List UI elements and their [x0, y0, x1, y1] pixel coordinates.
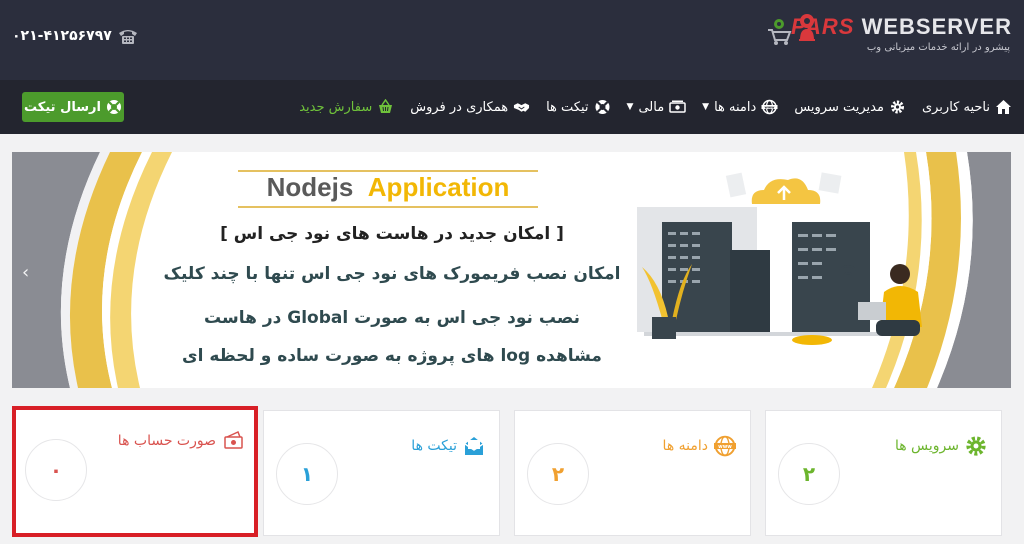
card-count: ۰ — [25, 439, 87, 501]
domains-card[interactable]: www دامنه ها ۲ — [514, 410, 751, 536]
title-part2: Application — [367, 172, 510, 202]
bell-icon[interactable] — [796, 12, 818, 44]
card-label: تیکت ها — [411, 438, 457, 454]
nav-item-finance[interactable]: مالی ▼ — [627, 99, 687, 115]
invoice-icon — [222, 430, 244, 452]
svg-text:www: www — [765, 106, 776, 110]
banner-line: امکان نصب فریمورک های نود جی اس تنها با … — [163, 264, 621, 284]
invoices-card[interactable]: صورت حساب ها ۰ — [12, 406, 258, 537]
slider-prev-arrow[interactable]: ‹ — [22, 262, 29, 283]
chevron-down-icon: ▼ — [626, 102, 634, 112]
nav-item-label: همکاری در فروش — [410, 99, 509, 115]
money-icon — [669, 99, 686, 115]
card-count: ۱ — [276, 443, 338, 505]
nav-item-service-management[interactable]: مدیریت سرویس — [794, 99, 906, 115]
nav-item-user-area[interactable]: ناحیه کاربری — [922, 99, 1012, 115]
nav-menu: ناحیه کاربری مدیریت سرویس www دامنه ها ▼… — [299, 80, 1012, 134]
www-icon: www — [714, 435, 736, 457]
top-header: PARS WEBSERVER پیشرو در ارائه خدمات میزب… — [0, 0, 1024, 80]
banner-headline: [ امکان جدید در هاست های نود جی اس ] — [220, 224, 564, 244]
main-navigation: ارسال تیکت ناحیه کاربری مدیریت سرویس www… — [0, 80, 1024, 134]
basket-icon — [377, 98, 394, 115]
nav-item-label: مالی — [638, 99, 665, 115]
support-icon — [594, 99, 611, 115]
tickets-card[interactable]: تیکت ها ۱ — [263, 410, 500, 536]
nav-item-affiliate[interactable]: همکاری در فروش — [410, 99, 530, 115]
gear-icon — [965, 435, 987, 457]
nav-item-tickets[interactable]: تیکت ها — [546, 99, 610, 115]
home-icon — [995, 99, 1012, 115]
logo[interactable]: PARS WEBSERVER پیشرو در ارائه خدمات میزب… — [791, 6, 1016, 58]
card-count: ۲ — [527, 443, 589, 505]
phone-text: ۰۲۱-۴۱۲۵۶۷۹۷ — [12, 28, 112, 44]
gear-icon — [889, 99, 906, 115]
envelope-icon — [463, 435, 485, 457]
www-icon: www — [761, 99, 778, 115]
handshake-icon — [513, 99, 530, 115]
chevron-down-icon: ▼ — [702, 102, 710, 112]
nav-item-label: ناحیه کاربری — [921, 99, 990, 115]
phone-number: ۰۲۱-۴۱۲۵۶۷۹۷ — [12, 25, 138, 47]
services-card[interactable]: سرویس ها ۲ — [765, 410, 1002, 536]
banner-line: مشاهده log های پروژه به صورت ساده و لحظه… — [182, 346, 602, 366]
nav-item-label: تیکت ها — [546, 99, 589, 115]
nav-item-label: دامنه ها — [714, 99, 757, 115]
promo-banner[interactable]: ‹ Nodejs Application [ امکان جدید در هاس… — [12, 152, 1011, 388]
cart-icon[interactable] — [766, 18, 792, 46]
nav-item-domains[interactable]: www دامنه ها ▼ — [702, 99, 778, 115]
nav-item-label: مدیریت سرویس — [794, 99, 884, 115]
nav-item-label: سفارش جدید — [299, 99, 373, 115]
card-label: صورت حساب ها — [117, 433, 216, 449]
svg-text:www: www — [718, 444, 732, 450]
banner-line: نصب نود جی اس به صورت Global در هاست — [204, 308, 580, 328]
card-label: دامنه ها — [662, 438, 708, 454]
logo-title: PARS WEBSERVER — [790, 14, 1012, 39]
send-ticket-label: ارسال تیکت — [24, 99, 101, 115]
phone-icon — [118, 27, 138, 45]
card-count: ۲ — [778, 443, 840, 505]
card-label: سرویس ها — [894, 438, 959, 454]
server-illustration — [637, 172, 922, 345]
title-part1: Nodejs — [266, 172, 354, 202]
send-ticket-button[interactable]: ارسال تیکت — [22, 92, 124, 122]
nav-item-new-order[interactable]: سفارش جدید — [299, 98, 394, 115]
logo-tagline: پیشرو در ارائه خدمات میزبانی وب — [866, 42, 1010, 53]
support-icon — [106, 99, 122, 115]
banner-title: Nodejs Application — [238, 170, 538, 208]
